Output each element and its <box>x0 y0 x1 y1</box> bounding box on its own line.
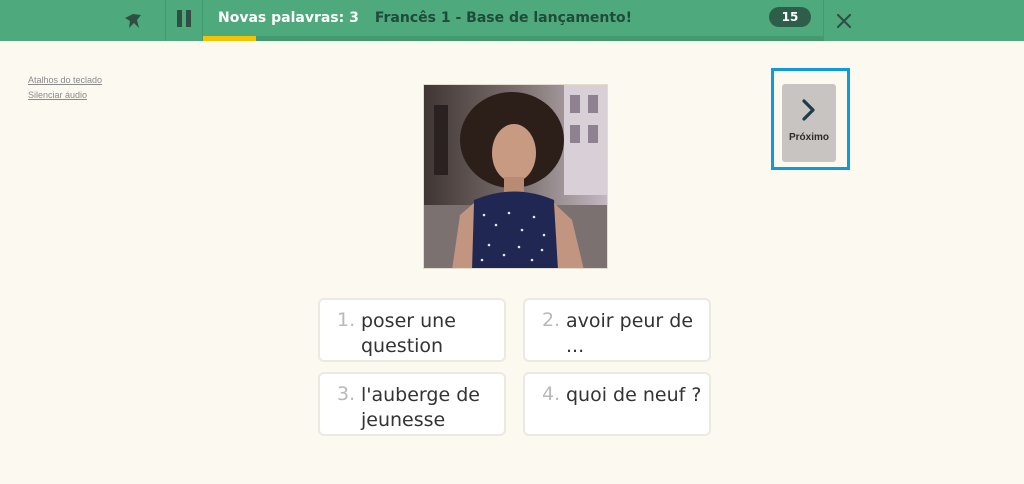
progress-bar <box>203 36 823 41</box>
option-text: poser une question <box>361 310 456 357</box>
option-number: 4. <box>542 383 561 405</box>
new-words-count: Novas palavras: 3 <box>218 10 359 26</box>
course-title: Francês 1 - Base de lançamento! <box>374 10 633 26</box>
answer-option-2[interactable]: 2. avoir peur de ... <box>523 298 711 362</box>
option-number: 2. <box>542 309 561 331</box>
mute-audio-link[interactable]: Silenciar áudio <box>28 88 102 103</box>
option-number: 3. <box>337 383 356 405</box>
option-text: l'auberge de jeunesse <box>361 384 480 431</box>
answer-option-4[interactable]: 4. quoi de neuf ? <box>523 372 711 436</box>
answer-option-1[interactable]: 1. poser une question <box>318 298 506 362</box>
memrise-logo-icon <box>125 13 141 28</box>
word-photo <box>423 84 608 269</box>
close-icon <box>836 13 852 28</box>
score-badge: 15 <box>769 7 811 27</box>
logo-button[interactable] <box>101 0 166 41</box>
option-text: avoir peur de ... <box>566 310 694 357</box>
next-button[interactable]: Próximo <box>782 84 836 162</box>
progress-fill <box>203 36 256 41</box>
pause-button[interactable] <box>166 0 203 41</box>
next-button-highlight: Próximo <box>771 68 850 170</box>
answer-option-3[interactable]: 3. l'auberge de jeunesse <box>318 372 506 436</box>
option-number: 1. <box>337 309 356 331</box>
pause-icon <box>175 10 193 31</box>
chevron-right-icon <box>802 99 815 121</box>
woman-photo-illustration <box>424 85 607 268</box>
keyboard-shortcuts-link[interactable]: Atalhos do teclado <box>28 73 102 88</box>
session-title: Novas palavras: 3 Francês 1 - Base de la… <box>203 0 823 36</box>
next-button-label: Próximo <box>788 132 829 143</box>
option-text: quoi de neuf ? <box>566 384 702 406</box>
top-bar: Novas palavras: 3 Francês 1 - Base de la… <box>0 0 1024 41</box>
side-links: Atalhos do teclado Silenciar áudio <box>28 73 102 103</box>
close-button[interactable] <box>823 0 864 41</box>
